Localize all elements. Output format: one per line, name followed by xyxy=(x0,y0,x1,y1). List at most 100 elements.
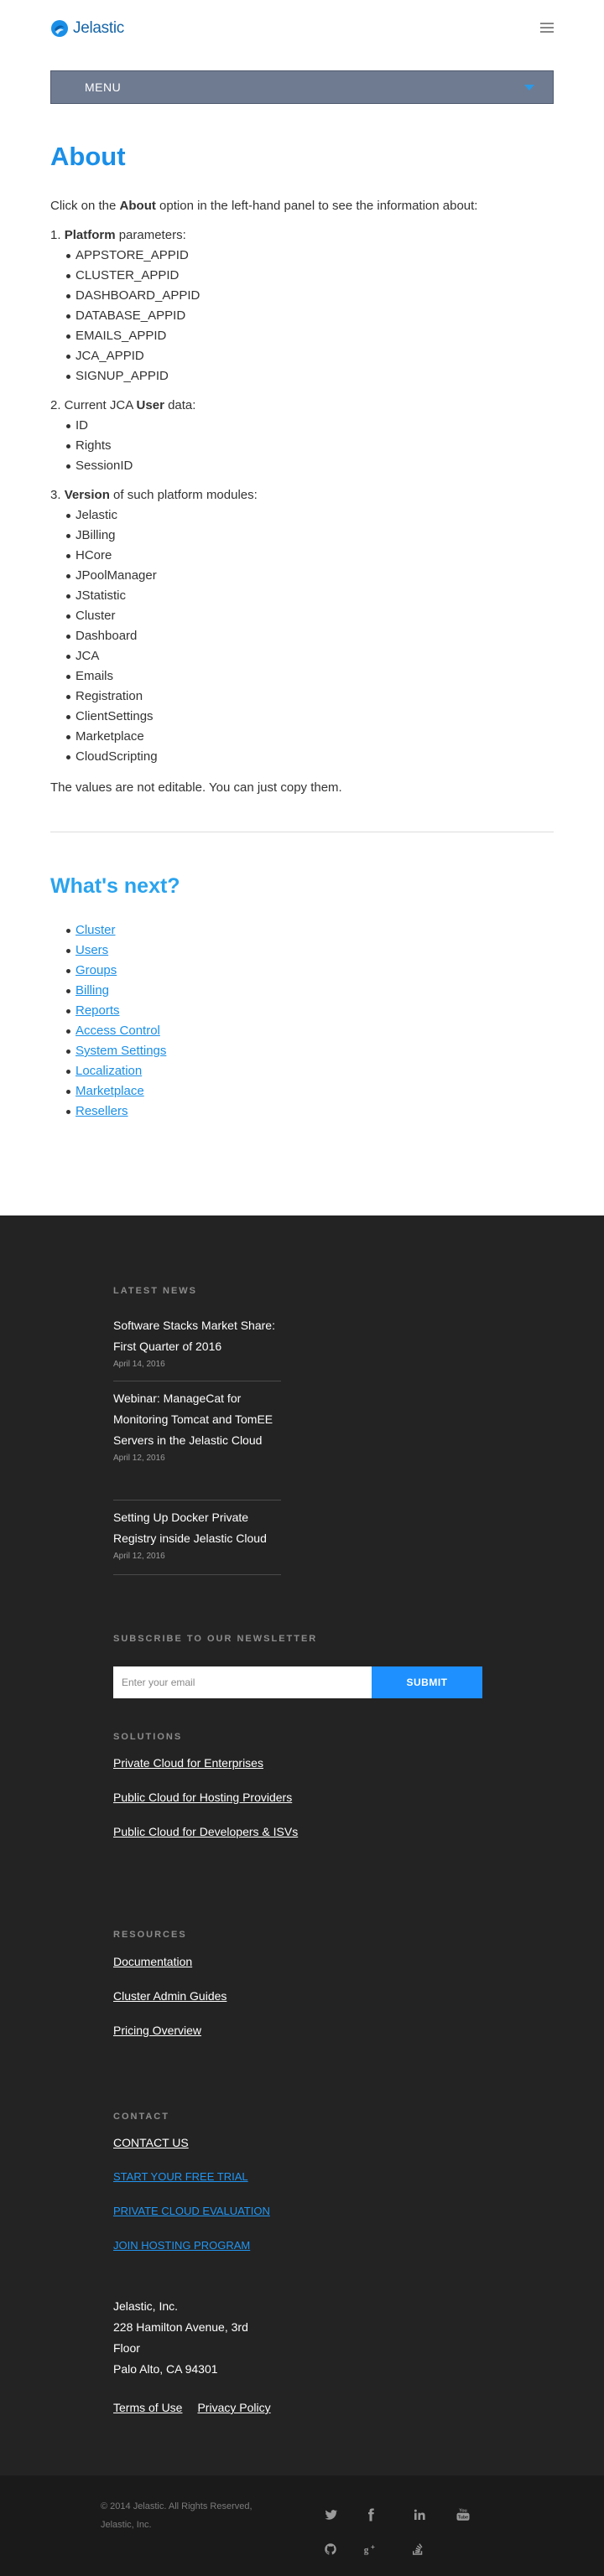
link-marketplace[interactable]: Marketplace xyxy=(76,1084,144,1098)
legal-links: Terms of Use Privacy Policy xyxy=(113,2397,271,2418)
news-divider xyxy=(113,1574,281,1575)
copyright-text: © 2014 Jelastic. All Rights Reserved, Je… xyxy=(101,2501,253,2530)
list-item: Jelastic xyxy=(66,505,554,526)
list-item: Cluster xyxy=(66,606,554,626)
svg-text:You: You xyxy=(459,2508,467,2513)
link-cluster[interactable]: Cluster xyxy=(76,923,116,937)
contact-us-link[interactable]: CONTACT US xyxy=(113,2134,189,2151)
list-item: DASHBOARD_APPID xyxy=(66,286,554,306)
platform-list: APPSTORE_APPID CLUSTER_APPID DASHBOARD_A… xyxy=(66,246,554,386)
news-date: April 14, 2016 xyxy=(113,1360,165,1369)
list-item: CloudScripting xyxy=(66,747,554,767)
contact-heading: CONTACT xyxy=(113,2112,169,2122)
link-users[interactable]: Users xyxy=(76,943,108,957)
jelastic-logo-icon xyxy=(51,20,68,37)
copyright-bar: © 2014 Jelastic. All Rights Reserved, Je… xyxy=(0,2475,604,2576)
news-item[interactable]: Webinar: ManageCat for Monitoring Tomcat… xyxy=(113,1388,281,1464)
youtube-icon[interactable]: You Tube xyxy=(454,2506,472,2524)
news-title: Setting Up Docker Private Registry insid… xyxy=(113,1511,267,1545)
news-item[interactable]: Software Stacks Market Share: First Quar… xyxy=(113,1315,281,1371)
link-groups[interactable]: Groups xyxy=(76,963,117,977)
list-item: Reports xyxy=(66,1001,554,1021)
github-icon[interactable] xyxy=(321,2540,340,2558)
resources-heading: RESOURCES xyxy=(113,1930,187,1940)
address-block: Jelastic, Inc. 228 Hamilton Avenue, 3rd … xyxy=(113,2296,248,2380)
solution-link-enterprises[interactable]: Private Cloud for Enterprises xyxy=(113,1754,263,1771)
list-item: Cluster xyxy=(66,920,554,941)
newsletter-heading: SUBSCRIBE TO OUR NEWSLETTER xyxy=(113,1634,318,1644)
twitter-icon[interactable] xyxy=(321,2506,340,2524)
list-item: ClientSettings xyxy=(66,707,554,727)
site-header: Jelastic xyxy=(0,0,604,57)
menu-dropdown[interactable]: MENU xyxy=(50,70,554,104)
list-item: Marketplace xyxy=(66,1081,554,1101)
list-item: APPSTORE_APPID xyxy=(66,246,554,266)
user-heading: 2. Current JCA User data: xyxy=(50,398,196,412)
list-item: Users xyxy=(66,941,554,961)
resource-link-pricing[interactable]: Pricing Overview xyxy=(113,2022,201,2039)
news-title: Webinar: ManageCat for Monitoring Tomcat… xyxy=(113,1392,273,1447)
solution-link-developers[interactable]: Public Cloud for Developers & ISVs xyxy=(113,1823,298,1840)
list-item: Resellers xyxy=(66,1101,554,1122)
list-item: SessionID xyxy=(66,456,554,476)
solution-link-hosting[interactable]: Public Cloud for Hosting Providers xyxy=(113,1789,292,1806)
linkedin-icon[interactable] xyxy=(410,2506,429,2524)
list-item: Marketplace xyxy=(66,727,554,747)
newsletter-email-input[interactable] xyxy=(113,1666,372,1698)
news-divider xyxy=(113,1500,281,1501)
logo-text: Jelastic xyxy=(73,19,124,37)
news-date: April 12, 2016 xyxy=(113,1454,165,1463)
list-item: Billing xyxy=(66,981,554,1001)
link-resellers[interactable]: Resellers xyxy=(76,1104,128,1118)
address-line: 228 Hamilton Avenue, 3rd xyxy=(113,2320,248,2334)
whats-next-links: Cluster Users Groups Billing Reports Acc… xyxy=(66,920,554,1122)
newsletter-form: SUBMIT xyxy=(113,1666,482,1698)
resource-link-documentation[interactable]: Documentation xyxy=(113,1953,192,1970)
list-item: JStatistic xyxy=(66,586,554,606)
list-item: SIGNUP_APPID xyxy=(66,366,554,386)
list-item: Dashboard xyxy=(66,626,554,646)
svg-text:Tube: Tube xyxy=(458,2516,468,2521)
private-cloud-evaluation-link[interactable]: PRIVATE CLOUD EVALUATION xyxy=(113,2203,270,2220)
note-text: The values are not editable. You can jus… xyxy=(50,780,342,795)
google-plus-icon[interactable]: g + xyxy=(362,2540,380,2558)
menu-label: MENU xyxy=(85,80,122,94)
resource-link-admin-guides[interactable]: Cluster Admin Guides xyxy=(113,1988,226,2004)
list-item: DATABASE_APPID xyxy=(66,306,554,326)
jelastic-logo[interactable]: Jelastic xyxy=(50,18,124,39)
link-access-control[interactable]: Access Control xyxy=(76,1024,160,1038)
version-heading: 3. Version of such platform modules: xyxy=(50,488,258,502)
news-date: April 12, 2016 xyxy=(113,1552,165,1561)
address-line: Palo Alto, CA 94301 xyxy=(113,2362,218,2376)
hosting-program-link[interactable]: JOIN HOSTING PROGRAM xyxy=(113,2237,250,2254)
link-billing[interactable]: Billing xyxy=(76,983,109,998)
svg-text:+: + xyxy=(371,2543,375,2551)
link-localization[interactable]: Localization xyxy=(76,1064,142,1078)
free-trial-link[interactable]: START YOUR FREE TRIAL xyxy=(113,2169,248,2185)
whats-next-section: What's next? Cluster Users Groups Billin… xyxy=(0,873,604,1122)
list-item: JCA xyxy=(66,646,554,666)
list-item: Localization xyxy=(66,1061,554,1081)
page-title: About xyxy=(50,142,126,171)
news-item[interactable]: Setting Up Docker Private Registry insid… xyxy=(113,1507,281,1563)
main-content: About Click on the About option in the l… xyxy=(0,140,604,798)
address-line: Jelastic, Inc. xyxy=(113,2299,179,2313)
link-reports[interactable]: Reports xyxy=(76,1003,120,1018)
list-item: System Settings xyxy=(66,1041,554,1061)
terms-of-use-link[interactable]: Terms of Use xyxy=(113,2397,182,2418)
list-item: Registration xyxy=(66,687,554,707)
site-footer: LATEST NEWS Software Stacks Market Share… xyxy=(0,1215,604,2475)
list-item: Rights xyxy=(66,436,554,456)
latest-news-heading: LATEST NEWS xyxy=(113,1286,198,1296)
link-system-settings[interactable]: System Settings xyxy=(76,1044,166,1058)
privacy-policy-link[interactable]: Privacy Policy xyxy=(197,2397,270,2418)
whats-next-title: What's next? xyxy=(50,874,180,898)
stackoverflow-icon[interactable] xyxy=(409,2540,427,2558)
facebook-icon[interactable] xyxy=(362,2506,380,2524)
user-list: ID Rights SessionID xyxy=(66,416,554,476)
hamburger-menu-icon[interactable] xyxy=(540,23,554,33)
list-item: HCore xyxy=(66,546,554,566)
newsletter-submit-button[interactable]: SUBMIT xyxy=(372,1666,482,1698)
platform-heading: 1. Platform parameters: xyxy=(50,228,186,242)
news-title: Software Stacks Market Share: First Quar… xyxy=(113,1319,275,1353)
